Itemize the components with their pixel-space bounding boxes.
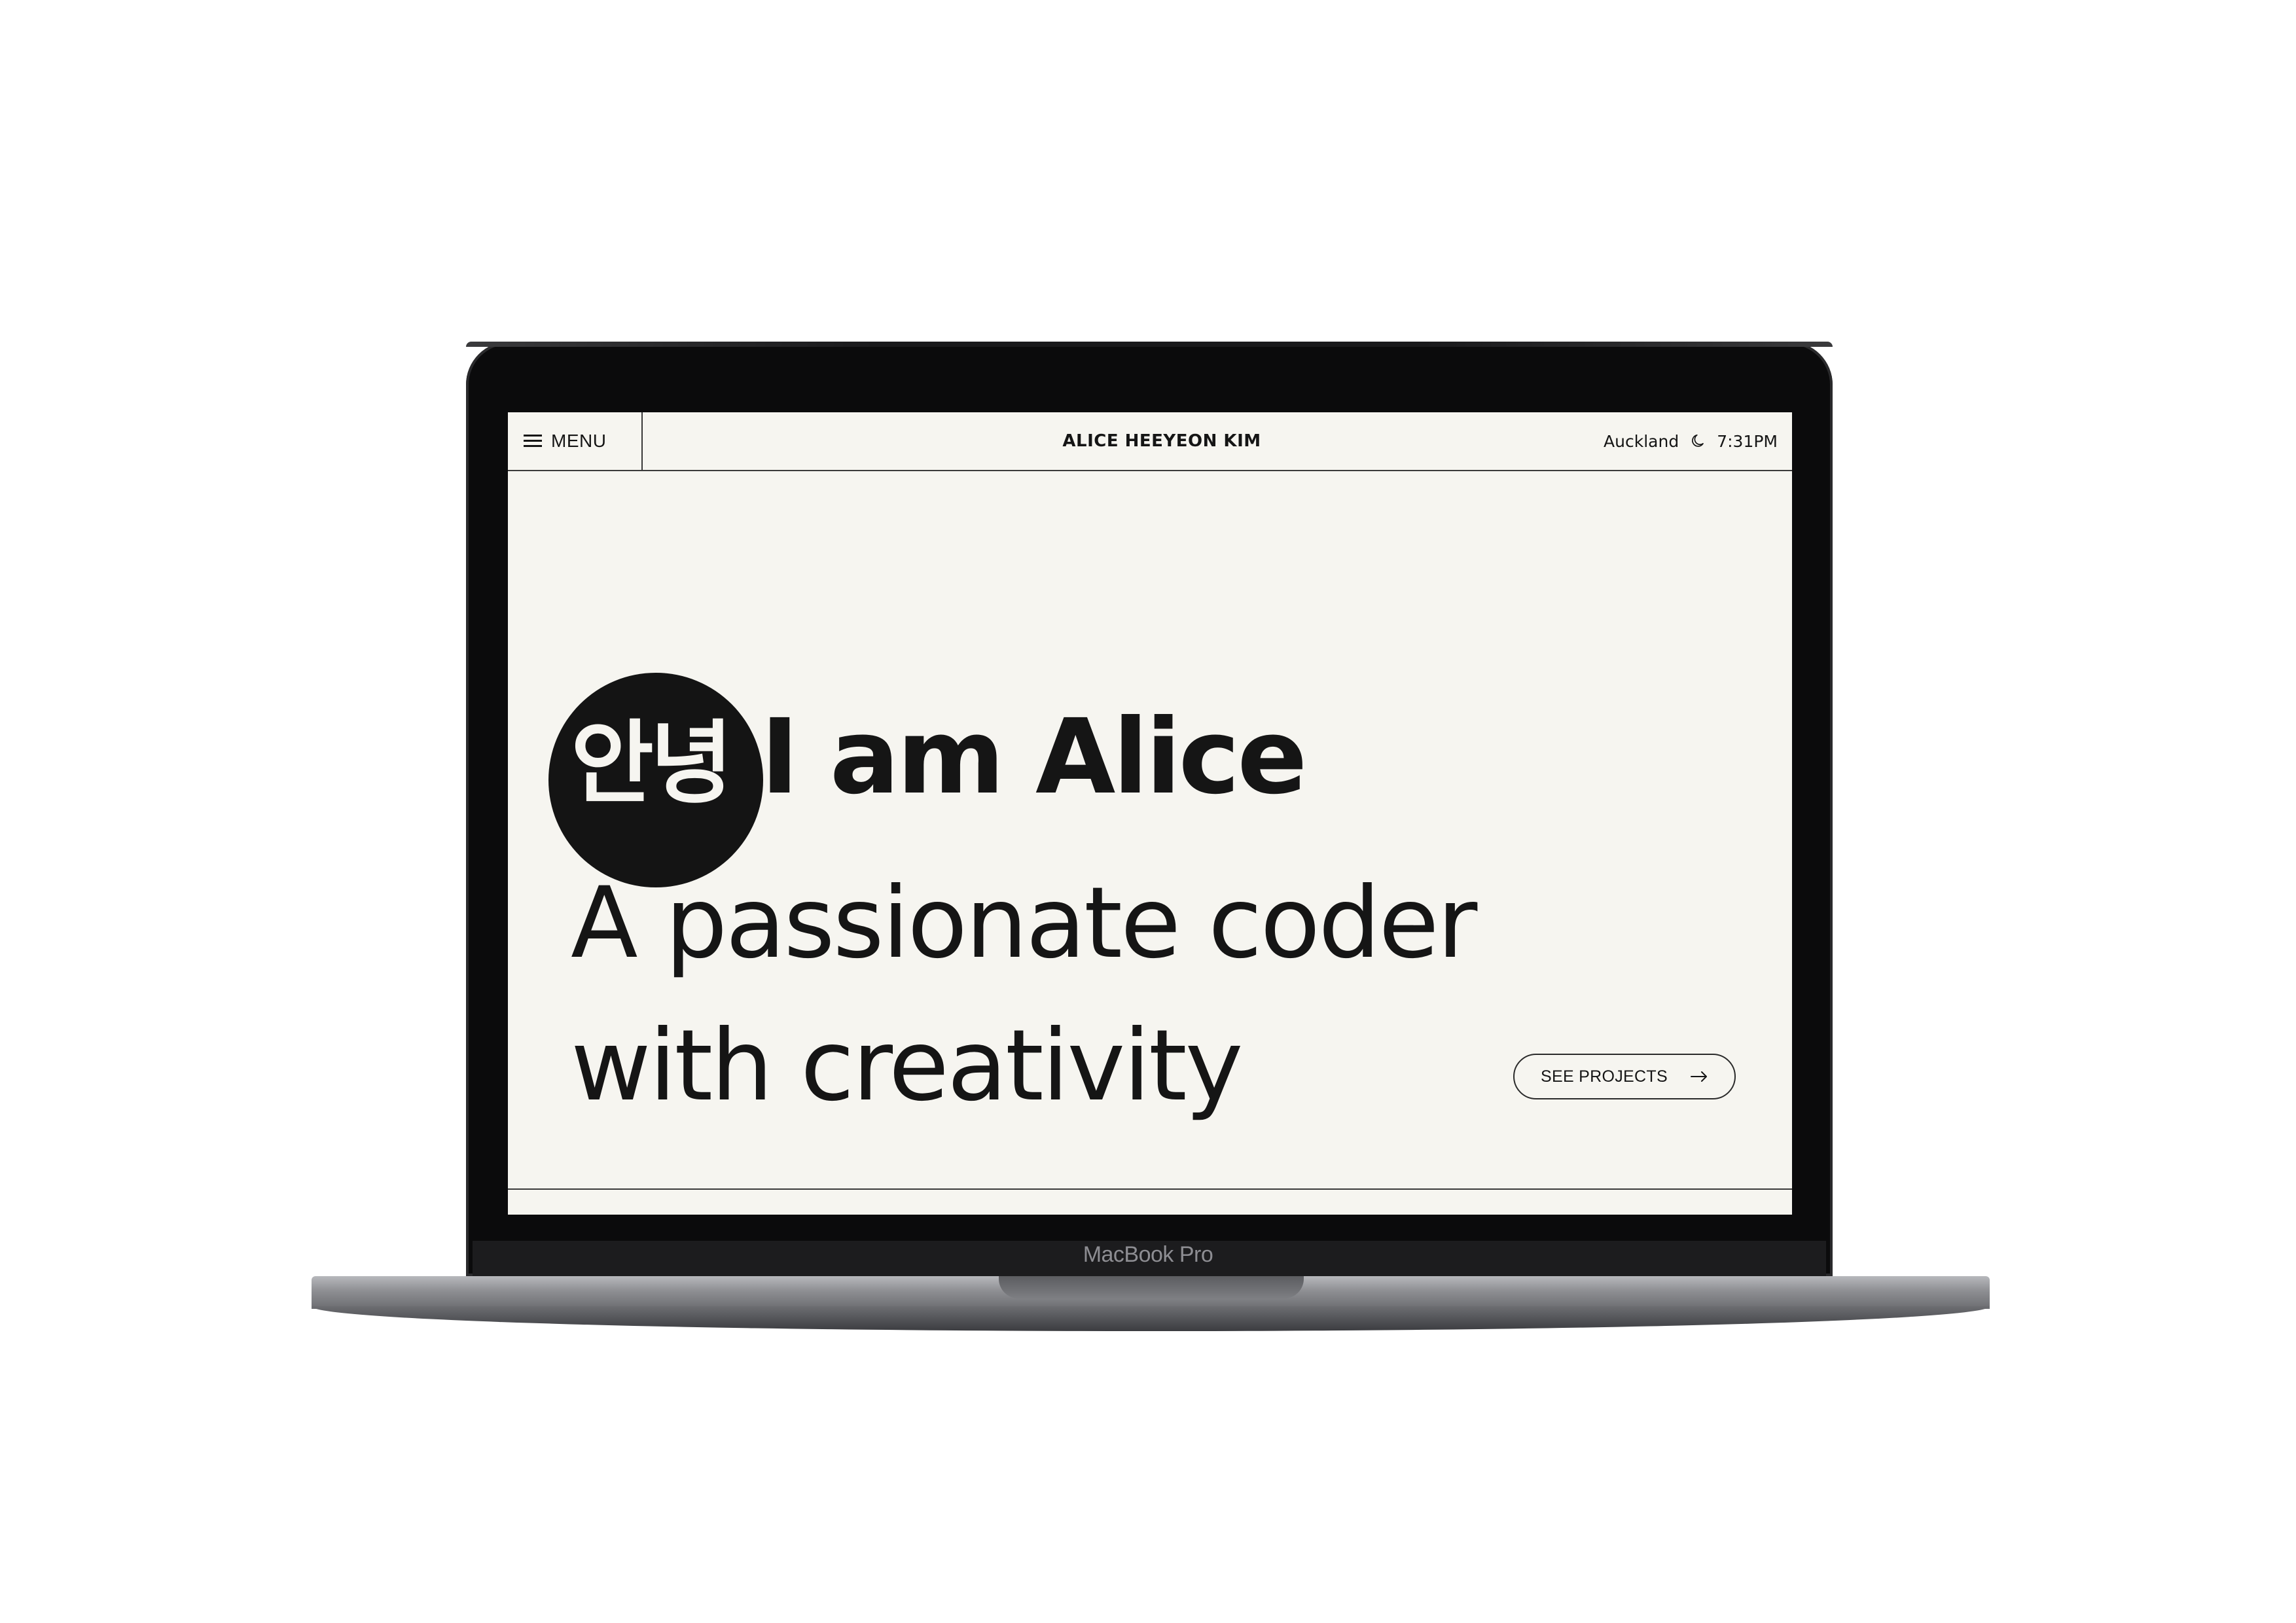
- arrow-right-icon: [1691, 1071, 1707, 1082]
- menu-label: MENU: [551, 431, 607, 451]
- see-projects-button[interactable]: SEE PROJECTS: [1513, 1054, 1736, 1099]
- laptop-base-bottom: [312, 1306, 1990, 1331]
- local-time: 7:31PM: [1717, 431, 1778, 451]
- top-nav: MENU ALICE HEEYEON KIM Auckland 7:31PM: [508, 412, 1792, 471]
- laptop-notch: [999, 1276, 1304, 1298]
- menu-button[interactable]: MENU: [508, 412, 643, 470]
- korean-greeting: 안녕: [571, 711, 733, 816]
- device-label: MacBook Pro: [1083, 1242, 1213, 1267]
- city-label: Auckland: [1604, 431, 1679, 451]
- section-divider: [508, 1188, 1792, 1190]
- mockup-stage: MacBook Pro MENU ALICE HEEYEON KIM Auckl…: [0, 0, 2296, 1623]
- locale-info: Auckland 7:31PM: [1604, 412, 1778, 470]
- hamburger-icon: [524, 435, 542, 448]
- hero-tagline-2: with creativity: [571, 1009, 1243, 1123]
- website-screen: MENU ALICE HEEYEON KIM Auckland 7:31PM 안…: [508, 412, 1792, 1215]
- lid-edge-highlight: [466, 342, 1833, 347]
- moon-icon: [1692, 434, 1704, 447]
- see-projects-label: SEE PROJECTS: [1541, 1067, 1668, 1086]
- hero-tagline-1: A passionate coder: [571, 866, 1477, 980]
- hero-heading: I am Alice: [761, 697, 1307, 817]
